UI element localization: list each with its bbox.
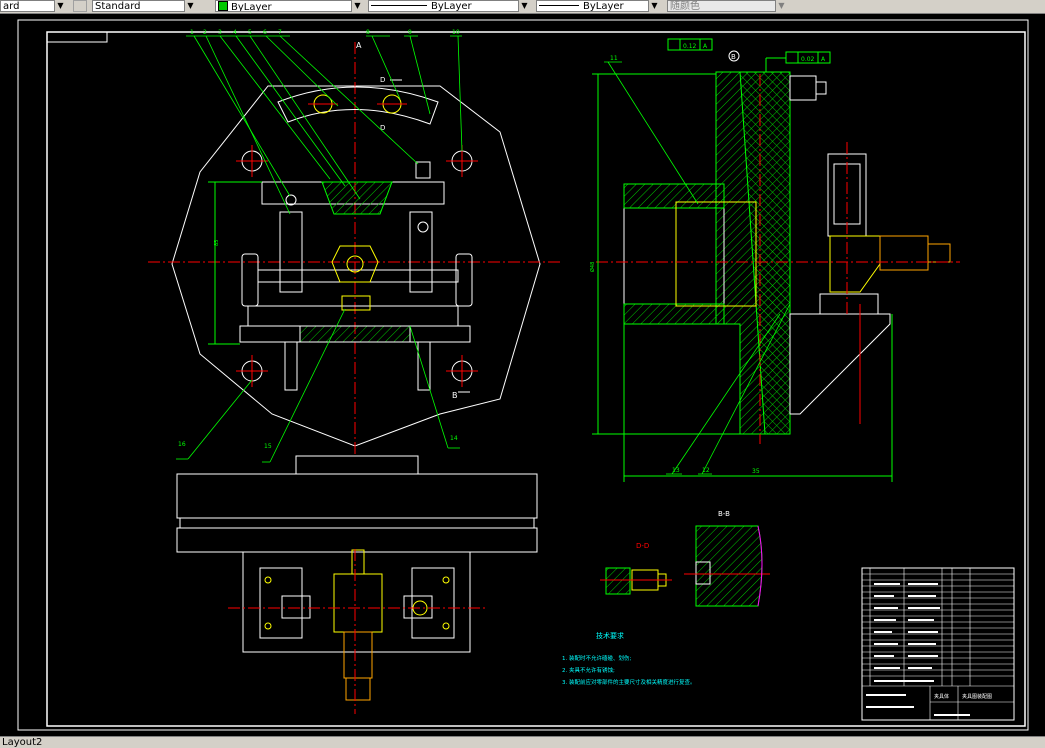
side-section-view: Ø48 35 0.12 A 0.02 A B 11 12 13 xyxy=(589,38,960,482)
color-swatch-icon xyxy=(218,1,228,11)
lineweight-preview xyxy=(539,5,579,6)
tech-note-1: 1. 装配时不允许磕碰、划伤; xyxy=(562,654,631,662)
text-style-value: ard xyxy=(3,1,20,12)
linetype-value: ByLayer xyxy=(431,1,472,12)
section-d-label-top: D xyxy=(380,76,385,84)
section-bb: B-B xyxy=(684,510,770,607)
outer-border xyxy=(17,19,1029,731)
cad-drawing: 85 A D D B 1 2 3 4 5 6 7 8 9 10 14 15 16… xyxy=(17,19,1029,731)
chevron-down-icon[interactable]: ▼ xyxy=(54,0,66,12)
tolerance-2-datum: A xyxy=(821,56,826,63)
fixture-plate-outline xyxy=(171,85,541,447)
tech-note-2: 2. 夹具不允许有锈蚀; xyxy=(562,666,615,674)
chevron-down-icon[interactable]: ▼ xyxy=(775,0,787,12)
top-view xyxy=(176,455,538,714)
dim-width-text: 35 xyxy=(752,468,760,475)
section-dd: D-D xyxy=(600,542,672,595)
callout-5: 5 xyxy=(248,29,252,36)
section-bb-label: B-B xyxy=(718,510,730,518)
color-value: ByLayer xyxy=(231,2,272,12)
linetype-select[interactable]: ByLayer xyxy=(368,0,530,12)
callout-8: 8 xyxy=(366,29,370,36)
tab-layout2[interactable]: Layout2 xyxy=(0,737,42,748)
drawing-canvas[interactable]: 85 A D D B 1 2 3 4 5 6 7 8 9 10 14 15 16… xyxy=(0,14,1045,736)
dim-left-text: Ø48 xyxy=(589,262,596,272)
chevron-down-icon[interactable]: ▼ xyxy=(184,0,196,12)
callout-9: 9 xyxy=(408,29,412,36)
callout-1: 1 xyxy=(190,29,194,36)
properties-toolbar: ard ▼ Standard ▼ ByLayer ▼ ByLayer ▼ ByL… xyxy=(0,0,1045,14)
layout-tab-bar: Layout2 xyxy=(0,736,1045,748)
title-block-part: 夹具图装配图 xyxy=(962,693,992,700)
callout-4: 4 xyxy=(233,29,237,36)
callout-6: 6 xyxy=(263,29,267,36)
dimension-style-icon[interactable] xyxy=(73,0,87,12)
lineweight-value: ByLayer xyxy=(583,1,624,12)
callout-11: 11 xyxy=(610,55,618,62)
callout-10: 10 xyxy=(452,29,460,36)
dimension-style-select[interactable]: Standard xyxy=(92,0,196,12)
corner-label-box xyxy=(46,31,108,43)
callout-3: 3 xyxy=(218,29,222,36)
tab-layout2-label: Layout2 xyxy=(2,737,43,748)
dim-height-text: 85 xyxy=(214,240,220,246)
title-block-name: 夹具体 xyxy=(934,693,949,700)
callout-14: 14 xyxy=(450,435,458,442)
datum-b-label: B xyxy=(731,53,736,61)
tech-title: 技术要求 xyxy=(596,631,624,640)
title-block: 夹具体 夹具图装配图 xyxy=(861,567,1015,721)
callout-13: 13 xyxy=(672,467,680,474)
chevron-down-icon[interactable]: ▼ xyxy=(648,0,660,12)
lineweight-select[interactable]: ByLayer xyxy=(536,0,660,12)
front-view: 85 A D D B 1 2 3 4 5 6 7 8 9 10 14 15 16 xyxy=(148,29,560,463)
linetype-preview xyxy=(371,5,427,6)
callout-15: 15 xyxy=(264,443,272,450)
section-a-label: A xyxy=(356,41,362,50)
chevron-down-icon[interactable]: ▼ xyxy=(518,0,530,12)
plot-style-select[interactable]: 随颜色 xyxy=(667,0,787,12)
tech-note-3: 3. 装配前应对零部件的主要尺寸及相关精度进行复查。 xyxy=(562,678,696,686)
dimension-style-value: Standard xyxy=(95,1,141,12)
section-dd-label: D-D xyxy=(636,542,649,550)
label-b: B xyxy=(452,391,458,400)
tolerance-2-value: 0.02 xyxy=(801,56,815,63)
plot-style-value: 随颜色 xyxy=(670,1,700,12)
callout-7: 7 xyxy=(278,29,282,36)
technical-requirements: 技术要求 1. 装配时不允许磕碰、划伤; 2. 夹具不允许有锈蚀; 3. 装配前… xyxy=(562,631,696,686)
tolerance-1-value: 0.12 xyxy=(683,43,697,50)
color-select[interactable]: ByLayer xyxy=(215,0,363,12)
callout-12: 12 xyxy=(702,467,710,474)
callout-16: 16 xyxy=(178,441,186,448)
callout-2: 2 xyxy=(203,29,207,36)
tolerance-1-datum: A xyxy=(703,43,708,50)
chevron-down-icon[interactable]: ▼ xyxy=(351,0,363,12)
